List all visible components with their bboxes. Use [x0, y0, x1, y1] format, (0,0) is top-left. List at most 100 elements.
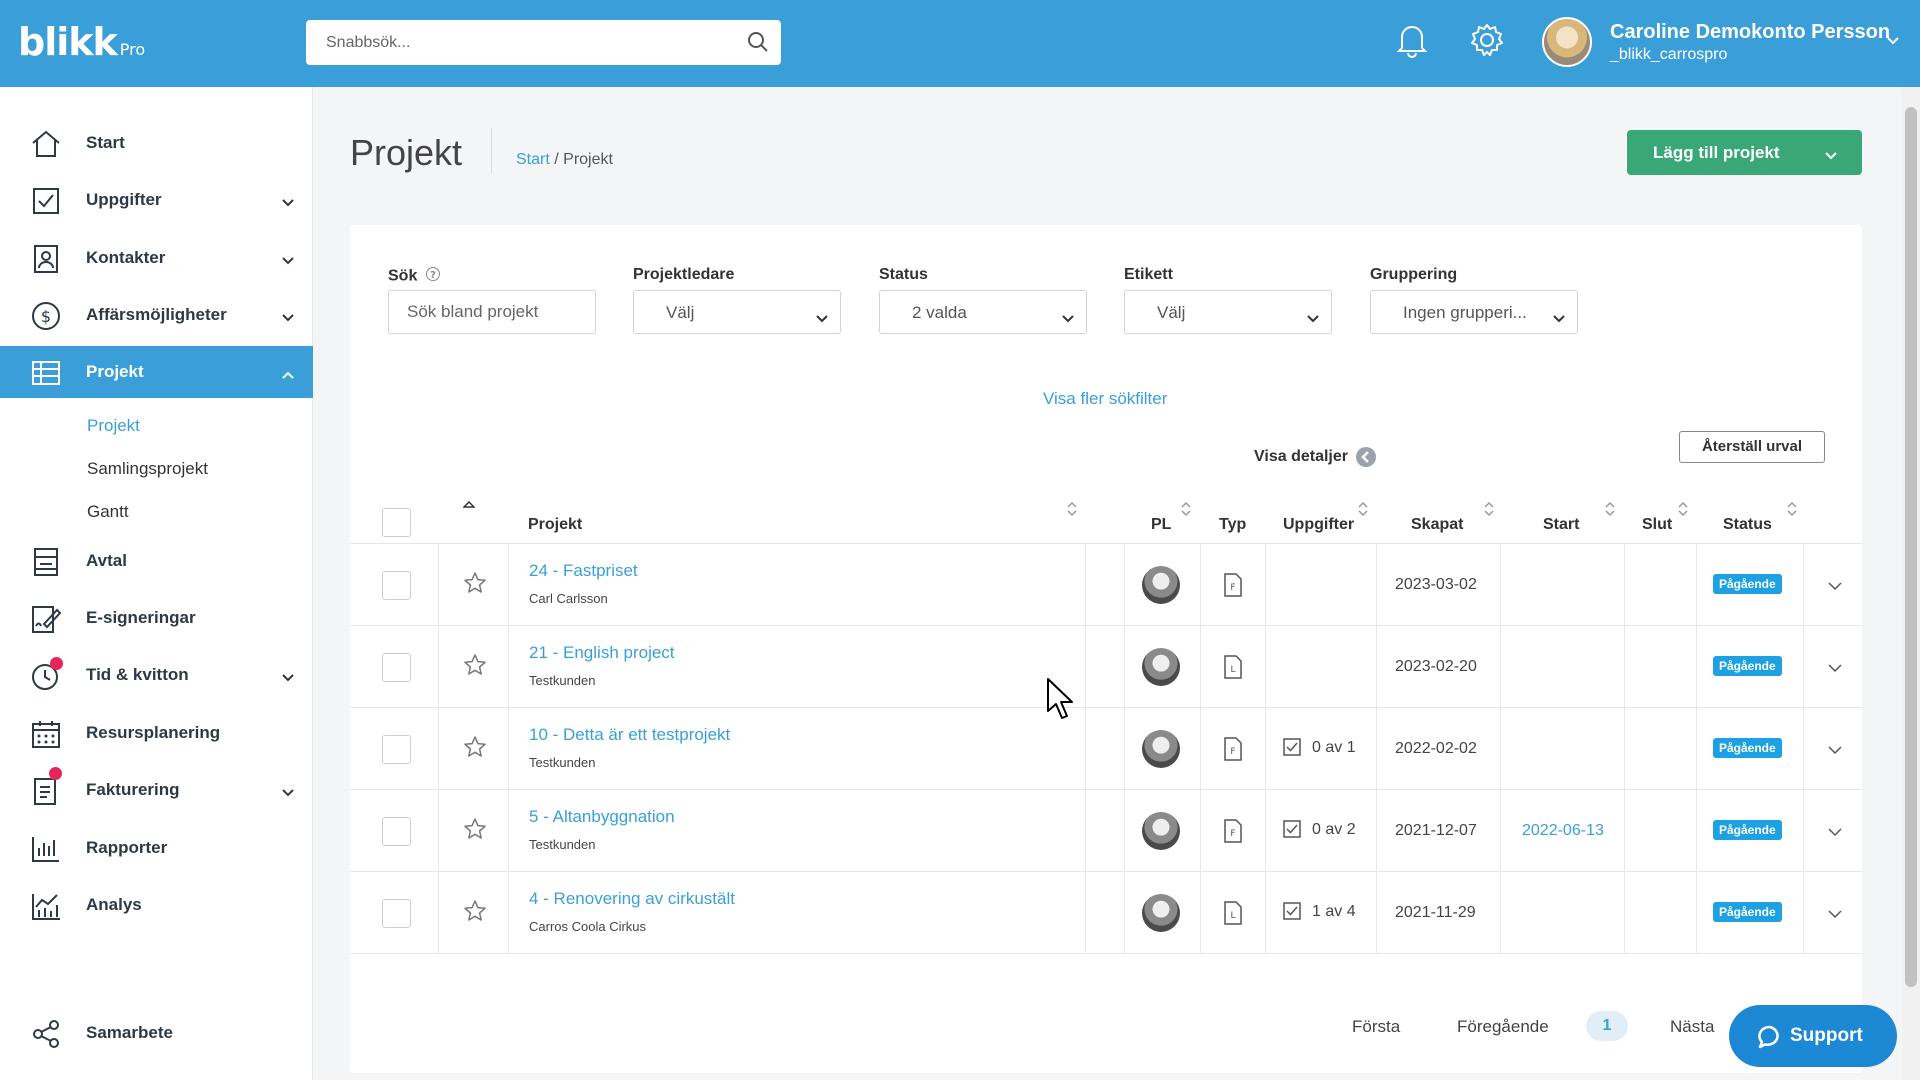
sidebar-item-projekt[interactable]: Projekt	[0, 346, 313, 398]
chevron-down-icon[interactable]	[1828, 906, 1842, 924]
select-all-checkbox[interactable]	[382, 508, 411, 537]
sidebar-item-rapporter[interactable]: Rapporter	[0, 822, 313, 874]
logo[interactable]: blikk Pro	[18, 20, 145, 64]
type-fixed-price-icon: F	[1223, 818, 1243, 849]
star-icon[interactable]	[463, 735, 487, 764]
sidebar-item-kontakter[interactable]: Kontakter	[0, 232, 313, 284]
chevron-left-circle-icon[interactable]	[1356, 447, 1376, 467]
chevron-down-icon[interactable]	[1825, 145, 1837, 165]
table-row[interactable]: 10 - Detta är ett testprojekt Testkunden…	[350, 708, 1862, 790]
project-leader-avatar	[1142, 730, 1180, 768]
status-select[interactable]: 2 valda	[879, 290, 1087, 334]
star-icon[interactable]	[463, 653, 487, 682]
col-uppgifter[interactable]: Uppgifter	[1283, 516, 1354, 534]
sidebar-item-e-signeringar[interactable]: E-signeringar	[0, 592, 313, 644]
pagination-previous[interactable]: Föregående	[1457, 1017, 1549, 1037]
sidebar-item-affarsmojligheter[interactable]: $ Affärsmöjligheter	[0, 289, 313, 341]
sort-icon[interactable]	[1180, 500, 1192, 523]
chevron-down-icon[interactable]	[1828, 578, 1842, 596]
row-checkbox[interactable]	[382, 817, 411, 846]
col-skapat[interactable]: Skapat	[1411, 516, 1463, 534]
project-leader-avatar	[1142, 648, 1180, 686]
quick-search-input[interactable]	[306, 20, 726, 65]
project-name-link[interactable]: 5 - Altanbyggnation	[529, 807, 675, 827]
more-filters-link[interactable]: Visa fler sökfilter	[1043, 389, 1167, 409]
sort-icon[interactable]	[1677, 500, 1689, 523]
user-name[interactable]: Caroline Demokonto Persson	[1610, 21, 1890, 44]
bell-icon[interactable]	[1396, 22, 1428, 63]
table-row[interactable]: 5 - Altanbyggnation Testkunden F 0 av 2 …	[350, 790, 1862, 872]
pagination-next[interactable]: Nästa	[1670, 1017, 1714, 1037]
sidebar-subitem-projekt[interactable]: Projekt	[87, 416, 140, 436]
sidebar-item-analys[interactable]: Analys	[0, 879, 313, 931]
sidebar-item-avtal[interactable]: Avtal	[0, 535, 313, 587]
sort-icon[interactable]	[1483, 500, 1495, 523]
col-projekt[interactable]: Projekt	[528, 516, 582, 534]
col-slut[interactable]: Slut	[1642, 516, 1672, 534]
table-header: Projekt PL Typ Uppgifter Skapat Start Sl…	[350, 485, 1862, 544]
dollar-icon: $	[30, 301, 62, 331]
sort-icon[interactable]	[1066, 500, 1078, 523]
star-icon[interactable]	[463, 571, 487, 600]
sidebar-subitem-gantt[interactable]: Gantt	[87, 502, 129, 522]
sidebar-item-resursplanering[interactable]: Resursplanering	[0, 707, 313, 759]
row-checkbox[interactable]	[382, 899, 411, 928]
col-typ[interactable]: Typ	[1219, 516, 1246, 534]
search-icon[interactable]	[747, 31, 769, 58]
sort-icon[interactable]	[1604, 500, 1616, 523]
chevron-down-icon[interactable]	[1828, 742, 1842, 760]
breadcrumb-start[interactable]: Start	[516, 151, 550, 168]
table-row[interactable]: 24 - Fastpriset Carl Carlsson F 2023-03-…	[350, 544, 1862, 626]
sort-icon[interactable]	[1786, 500, 1798, 523]
project-name-link[interactable]: 10 - Detta är ett testprojekt	[529, 725, 730, 745]
calendar-icon	[30, 719, 62, 749]
project-leader-select[interactable]: Välj	[633, 290, 841, 334]
document-icon	[30, 547, 62, 577]
sidebar-item-tid-kvitton[interactable]: Tid & kvitton	[0, 649, 313, 701]
col-pl[interactable]: PL	[1151, 516, 1171, 534]
show-details-toggle[interactable]: Visa detaljer	[1254, 448, 1348, 466]
sidebar-subitem-samlingsprojekt[interactable]: Samlingsprojekt	[87, 459, 208, 479]
support-button[interactable]: Support	[1729, 1005, 1897, 1067]
sort-icon[interactable]	[1357, 500, 1369, 523]
chevron-down-icon[interactable]	[1828, 660, 1842, 678]
project-name-link[interactable]: 24 - Fastpriset	[529, 561, 638, 581]
star-icon[interactable]	[463, 899, 487, 928]
sidebar-item-fakturering[interactable]: Fakturering	[0, 764, 313, 816]
row-checkbox[interactable]	[382, 653, 411, 682]
table-row[interactable]: 21 - English project Testkunden L 2023-0…	[350, 626, 1862, 708]
contact-card-icon	[30, 244, 62, 274]
user-avatar[interactable]	[1542, 17, 1592, 67]
project-search-input[interactable]	[389, 291, 589, 333]
page-scrollbar[interactable]	[1902, 87, 1920, 1080]
add-project-button[interactable]: Lägg till projekt	[1627, 130, 1862, 175]
sort-up-icon[interactable]	[462, 495, 476, 513]
pagination-first[interactable]: Första	[1352, 1017, 1400, 1037]
project-name-link[interactable]: 4 - Renovering av cirkustält	[529, 889, 735, 909]
projects-card: Sök ? Projektledare Välj Status 2 valda …	[350, 225, 1862, 1073]
reset-selection-button[interactable]: Återställ urval	[1679, 431, 1825, 463]
sidebar-item-uppgifter[interactable]: Uppgifter	[0, 174, 313, 226]
row-checkbox[interactable]	[382, 735, 411, 764]
row-checkbox[interactable]	[382, 571, 411, 600]
help-icon[interactable]: ?	[425, 266, 441, 287]
chevron-down-icon[interactable]	[1886, 33, 1900, 51]
scrollbar-thumb[interactable]	[1905, 107, 1917, 987]
col-start[interactable]: Start	[1543, 516, 1579, 534]
table-icon	[30, 358, 62, 388]
table-row[interactable]: 4 - Renovering av cirkustält Carros Cool…	[350, 872, 1862, 954]
grouping-select[interactable]: Ingen grupperi...	[1370, 290, 1578, 334]
star-icon[interactable]	[463, 817, 487, 846]
start-date[interactable]: 2022-06-13	[1522, 822, 1604, 840]
project-name-link[interactable]: 21 - English project	[529, 643, 675, 663]
sidebar-item-start[interactable]: Start	[0, 117, 313, 169]
created-date: 2023-03-02	[1395, 576, 1477, 593]
col-status[interactable]: Status	[1723, 516, 1772, 534]
sidebar-item-samarbete[interactable]: Samarbete	[0, 1007, 313, 1059]
quick-search	[306, 20, 781, 65]
svg-text:L: L	[1230, 665, 1235, 675]
gear-icon[interactable]	[1469, 22, 1505, 63]
chevron-down-icon[interactable]	[1828, 824, 1842, 842]
tag-select[interactable]: Välj	[1124, 290, 1332, 334]
pagination-current-page[interactable]: 1	[1586, 1011, 1628, 1041]
